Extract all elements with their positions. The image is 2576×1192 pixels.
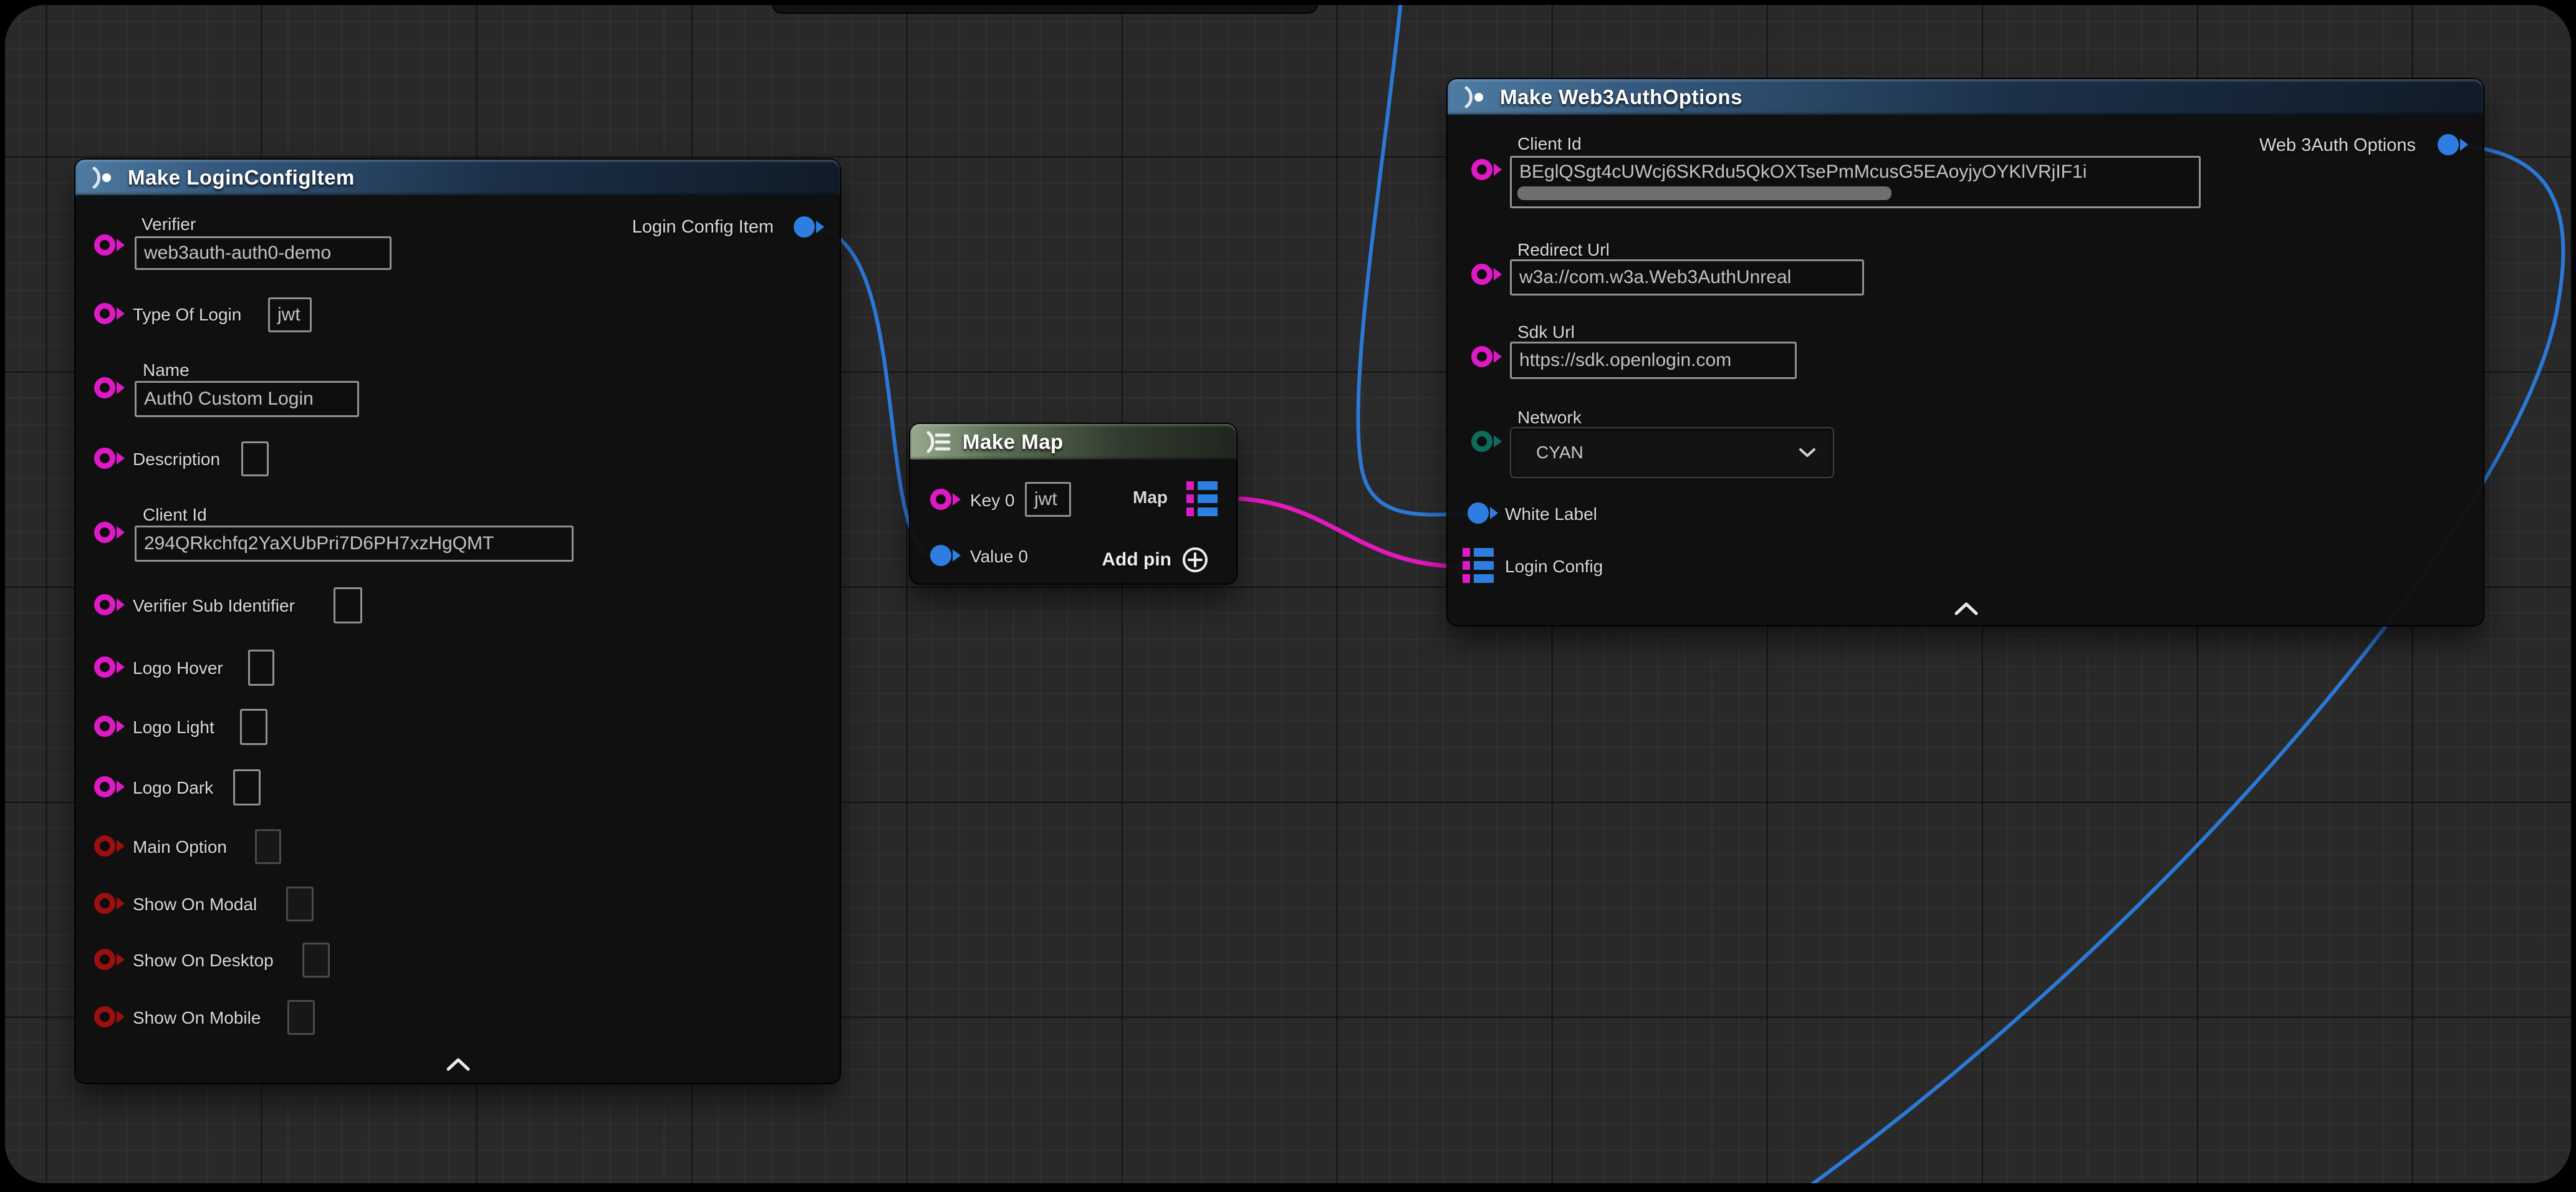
- make-struct-icon: [89, 165, 117, 190]
- pin-label: Logo Light: [133, 718, 214, 738]
- logo-dark-field[interactable]: [233, 769, 261, 805]
- input-pin-name[interactable]: [94, 377, 125, 400]
- pin-label: Show On Modal: [133, 895, 257, 915]
- input-pin-login-config[interactable]: [1463, 548, 1494, 583]
- pin-label: Show On Desktop: [133, 951, 274, 971]
- node-header-make-web3authoptions[interactable]: Make Web3AuthOptions: [1448, 79, 2483, 115]
- node-make-loginconfigitem[interactable]: Make LoginConfigItem Login Config Item V…: [75, 160, 840, 1083]
- make-map-icon: [924, 430, 951, 454]
- input-pin-main-option[interactable]: [94, 835, 125, 858]
- pin-label: Key 0: [970, 491, 1015, 511]
- collapse-node-chevron-icon[interactable]: [1954, 602, 1979, 615]
- input-pin-show-on-mobile[interactable]: [94, 1006, 125, 1029]
- pin-label: Type Of Login: [133, 305, 241, 325]
- add-pin-label: Add pin: [1102, 549, 1171, 570]
- input-pin-show-on-modal[interactable]: [94, 893, 125, 915]
- input-pin-type-of-login[interactable]: [94, 303, 125, 325]
- node-title: Make LoginConfigItem: [128, 166, 355, 190]
- verifier-value: web3auth-auth0-demo: [144, 243, 331, 264]
- verifier-sub-identifier-field[interactable]: [334, 587, 362, 623]
- main-option-checkbox[interactable]: [255, 829, 281, 864]
- show-on-desktop-checkbox[interactable]: [302, 943, 330, 978]
- network-dropdown[interactable]: CYAN: [1510, 427, 1834, 478]
- key-0-value: jwt: [1034, 489, 1057, 510]
- input-pin-redirect-url[interactable]: [1471, 264, 1502, 286]
- client-id-field[interactable]: BEglQSgt4cUWcj6SKRdu5QkOXTsePmMcusG5EAoy…: [1510, 156, 2201, 208]
- show-on-modal-checkbox[interactable]: [286, 887, 314, 921]
- client-id-field[interactable]: 294QRkchfq2YaXUbPri7D6PH7xzHgQMT: [135, 526, 574, 562]
- pin-label: Logo Dark: [133, 778, 213, 798]
- input-pin-description[interactable]: [94, 448, 125, 470]
- pin-label: White Label: [1505, 504, 1597, 524]
- name-field[interactable]: Auth0 Custom Login: [135, 381, 359, 417]
- pin-label: Description: [133, 449, 220, 469]
- pin-label: Name: [143, 360, 190, 380]
- output-pin-label: Web 3Auth Options: [2259, 135, 2416, 156]
- input-pin-key-0[interactable]: [930, 489, 961, 511]
- pin-label: Main Option: [133, 837, 227, 857]
- pin-label: Client Id: [1517, 134, 1582, 154]
- pin-label: Login Config: [1505, 557, 1603, 577]
- pin-label: Verifier: [142, 214, 196, 234]
- input-pin-value-0[interactable]: [930, 545, 961, 567]
- description-field[interactable]: [241, 441, 269, 476]
- node-header-make-loginconfigitem[interactable]: Make LoginConfigItem: [75, 160, 840, 195]
- logo-light-field[interactable]: [240, 709, 267, 745]
- node-title: Make Web3AuthOptions: [1500, 85, 1742, 109]
- type-of-login-value: jwt: [277, 304, 300, 325]
- name-value: Auth0 Custom Login: [144, 388, 314, 410]
- verifier-field[interactable]: web3auth-auth0-demo: [135, 236, 392, 270]
- input-pin-client-id[interactable]: [94, 522, 125, 544]
- redirect-url-field[interactable]: w3a://com.w3a.Web3AuthUnreal: [1510, 259, 1864, 296]
- pin-label: Verifier Sub Identifier: [133, 596, 295, 616]
- node-make-web3authoptions[interactable]: Make Web3AuthOptions Web 3Auth Options C…: [1448, 79, 2483, 625]
- input-pin-sdk-url[interactable]: [1471, 346, 1502, 368]
- input-pin-logo-hover[interactable]: [94, 656, 125, 679]
- network-selected-value: CYAN: [1536, 443, 1584, 463]
- input-pin-network[interactable]: [1471, 431, 1502, 453]
- add-pin-plus-icon: [1181, 546, 1209, 574]
- pin-label: Redirect Url: [1517, 240, 1610, 260]
- blueprint-editor: Make LoginConfigItem Login Config Item V…: [0, 0, 2576, 1192]
- type-of-login-field[interactable]: jwt: [268, 297, 312, 332]
- client-id-value: BEglQSgt4cUWcj6SKRdu5QkOXTsePmMcusG5EAoy…: [1519, 161, 2087, 183]
- client-id-field-scrollbar[interactable]: [1517, 186, 1891, 200]
- collapse-node-chevron-icon[interactable]: [446, 1057, 471, 1071]
- input-pin-white-label[interactable]: [1468, 502, 1499, 525]
- pin-label: Network: [1517, 408, 1582, 428]
- sdk-url-field[interactable]: https://sdk.openlogin.com: [1510, 342, 1797, 379]
- input-pin-client-id[interactable]: [1471, 159, 1502, 181]
- logo-hover-field[interactable]: [248, 650, 274, 686]
- input-pin-show-on-desktop[interactable]: [94, 949, 125, 971]
- sdk-url-value: https://sdk.openlogin.com: [1519, 350, 1731, 371]
- chevron-down-icon: [1798, 447, 1817, 458]
- key-0-field[interactable]: jwt: [1025, 482, 1071, 517]
- offscreen-node-fragment[interactable]: [773, 5, 1317, 12]
- input-pin-verifier-sub-identifier[interactable]: [94, 594, 125, 617]
- input-pin-logo-dark[interactable]: [94, 776, 125, 799]
- output-pin-label: Map: [1133, 488, 1168, 507]
- output-pin-label: Login Config Item: [632, 217, 774, 238]
- pin-label: Value 0: [970, 547, 1028, 567]
- output-pin-login-config-item[interactable]: [794, 216, 825, 239]
- pin-label: Show On Mobile: [133, 1008, 261, 1028]
- input-pin-logo-light[interactable]: [94, 716, 125, 738]
- add-pin-button[interactable]: Add pin: [1102, 546, 1209, 574]
- wire-map-to-loginconfig[interactable]: [1241, 499, 1461, 567]
- node-make-map[interactable]: Make Map Key 0 jwt Map Value 0 Add pin: [910, 424, 1236, 584]
- pin-label: Logo Hover: [133, 658, 223, 678]
- input-pin-verifier[interactable]: [94, 234, 125, 257]
- client-id-value: 294QRkchfq2YaXUbPri7D6PH7xzHgQMT: [144, 533, 494, 554]
- node-header-make-map[interactable]: Make Map: [910, 424, 1236, 459]
- make-struct-icon: [1461, 85, 1489, 110]
- pin-label: Sdk Url: [1517, 322, 1575, 342]
- output-pin-map[interactable]: [1186, 481, 1218, 516]
- blueprint-graph-canvas[interactable]: Make LoginConfigItem Login Config Item V…: [5, 5, 2571, 1183]
- redirect-url-value: w3a://com.w3a.Web3AuthUnreal: [1519, 267, 1791, 288]
- show-on-mobile-checkbox[interactable]: [287, 1000, 315, 1035]
- node-title: Make Map: [963, 430, 1064, 454]
- output-pin-web3auth-options[interactable]: [2438, 134, 2469, 156]
- pin-label: Client Id: [143, 505, 207, 525]
